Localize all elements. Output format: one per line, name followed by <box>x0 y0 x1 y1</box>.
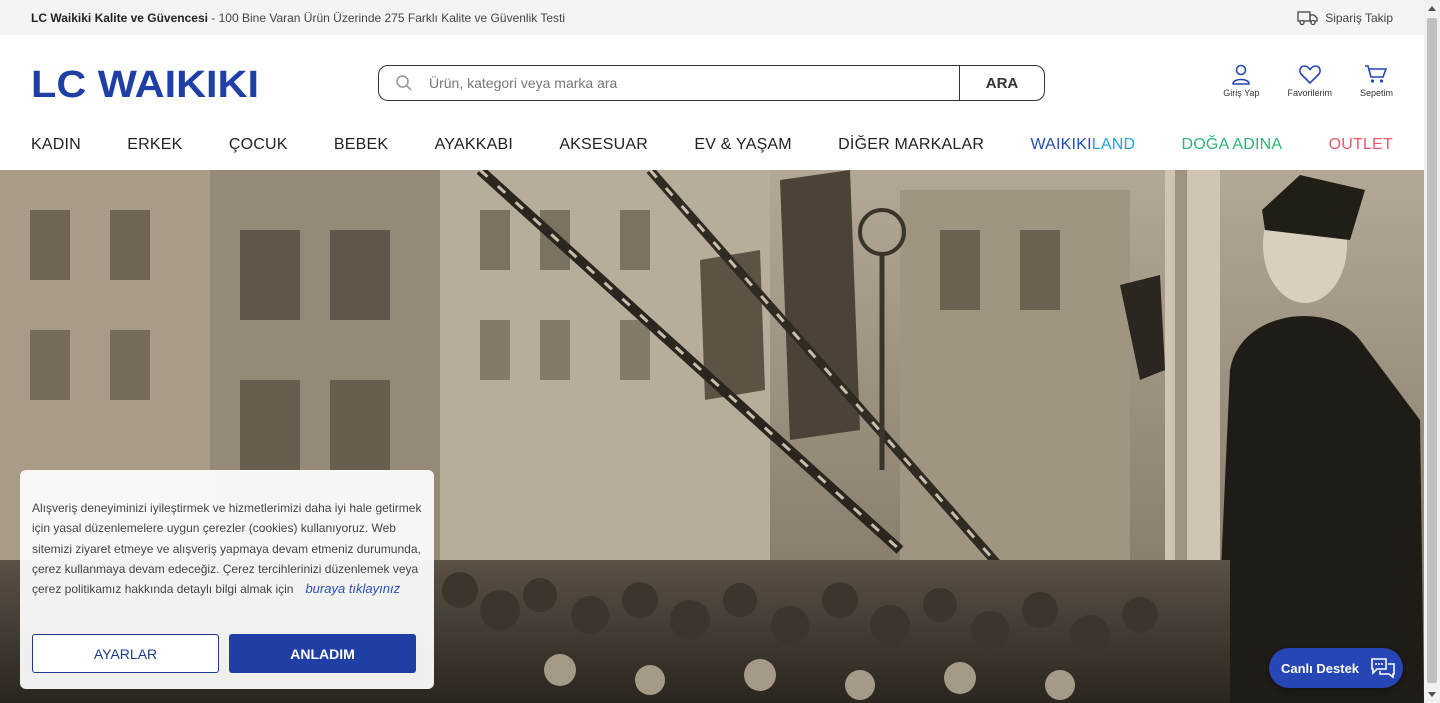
svg-text:LC WAIKIKI: LC WAIKIKI <box>31 66 259 100</box>
search-bar: ARA <box>378 65 1045 101</box>
cart-button[interactable]: Sepetim <box>1360 63 1393 98</box>
scroll-down-arrow-icon[interactable] <box>1428 692 1436 697</box>
login-label: Giriş Yap <box>1223 88 1260 98</box>
search-icon <box>379 66 429 100</box>
chat-bubbles-icon <box>1371 658 1395 679</box>
login-button[interactable]: Giriş Yap <box>1223 63 1259 98</box>
scrollbar-thumb[interactable] <box>1427 18 1437 683</box>
nav-item-kadin[interactable]: KADIN <box>31 136 81 154</box>
main-navigation: KADIN ERKEK ÇOCUK BEBEK AYAKKABI AKSESUA… <box>0 120 1424 170</box>
nav-item-waikikiland[interactable]: WAIKIKILAND <box>1030 136 1135 154</box>
favorites-label: Favorilerim <box>1287 88 1332 98</box>
waikikiland-part2: LAND <box>1091 136 1136 153</box>
top-info-bar: LC Waikiki Kalite ve Güvencesi - 100 Bin… <box>0 0 1424 35</box>
scroll-up-arrow-icon[interactable] <box>1428 6 1436 11</box>
lc-waikiki-logo[interactable]: LC WAIKIKI <box>31 66 261 100</box>
site-header: LC WAIKIKI ARA Giriş Yap Favorilerim Sep… <box>0 35 1424 120</box>
nav-item-diger-markalar[interactable]: DİĞER MARKALAR <box>838 136 984 154</box>
cookie-settings-button[interactable]: AYARLAR <box>32 634 219 673</box>
nav-item-cocuk[interactable]: ÇOCUK <box>229 136 288 154</box>
waikikiland-part1: WAIKIKI <box>1030 136 1092 153</box>
cart-label: Sepetim <box>1359 88 1393 98</box>
order-track-label: Sipariş Takip <box>1325 10 1393 25</box>
heart-icon <box>1298 65 1321 85</box>
nav-item-ev-yasam[interactable]: EV & YAŞAM <box>694 136 791 154</box>
quality-promo[interactable]: LC Waikiki Kalite ve Güvencesi - 100 Bin… <box>31 11 565 25</box>
cookie-text-block: Alışveriş deneyiminizi iyileştirmek ve h… <box>32 498 422 599</box>
nav-item-outlet[interactable]: OUTLET <box>1329 136 1393 154</box>
header-actions: Giriş Yap Favorilerim Sepetim <box>1223 63 1393 98</box>
cookie-policy-link[interactable]: buraya tıklayınız <box>305 581 400 596</box>
promo-title: LC Waikiki Kalite ve Güvencesi <box>31 10 208 25</box>
page-scrollbar[interactable] <box>1424 0 1440 703</box>
favorites-button[interactable]: Favorilerim <box>1287 63 1332 98</box>
cart-icon <box>1365 65 1388 83</box>
truck-icon <box>1297 10 1318 25</box>
order-track-link[interactable]: Sipariş Takip <box>1297 10 1393 26</box>
cookie-accept-button[interactable]: ANLADIM <box>229 634 416 673</box>
promo-text: - 100 Bine Varan Ürün Üzerinde 275 Farkl… <box>207 10 566 25</box>
live-support-label: Canlı Destek <box>1281 660 1360 676</box>
nav-item-doga-adina[interactable]: DOĞA ADINA <box>1182 136 1283 154</box>
search-button[interactable]: ARA <box>959 66 1044 100</box>
cookie-buttons: AYARLAR ANLADIM <box>32 634 416 673</box>
live-support-button[interactable]: Canlı Destek <box>1269 648 1403 688</box>
search-input[interactable] <box>429 66 959 100</box>
cookie-consent-panel: Alışveriş deneyiminizi iyileştirmek ve h… <box>20 470 434 689</box>
nav-item-bebek[interactable]: BEBEK <box>334 136 388 154</box>
nav-item-aksesuar[interactable]: AKSESUAR <box>559 136 648 154</box>
user-icon <box>1232 64 1251 85</box>
nav-item-erkek[interactable]: ERKEK <box>127 136 182 154</box>
nav-item-ayakkabi[interactable]: AYAKKABI <box>435 136 513 154</box>
